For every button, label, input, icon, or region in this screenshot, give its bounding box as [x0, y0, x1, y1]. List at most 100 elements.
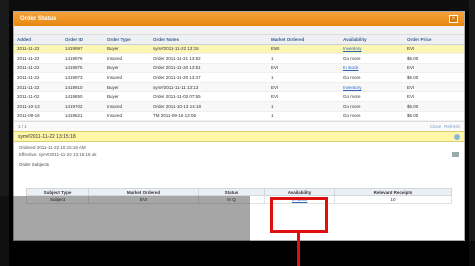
window-frame-top: [0, 0, 475, 11]
subjects-header-row: Subject Type Market Ordered Status Avail…: [26, 188, 452, 196]
cell-added: 2011-10-13: [14, 101, 62, 112]
cell-availability-link[interactable]: Inventory: [340, 82, 404, 93]
cell-availability: Go more: [340, 101, 404, 112]
cell-availability: Go more: [340, 53, 404, 64]
cell-order-notes: TM 2011-09-16 13:06: [150, 111, 268, 122]
pager-actions: Close Refresh: [430, 124, 460, 129]
cell-market-ordered: 1: [268, 101, 340, 112]
cell-market-ordered: EWI: [268, 44, 340, 55]
detail-line-effective-row: Effective: sym#2011-11-22 13:15:18 ok: [19, 151, 459, 158]
cell-market-ordered: 1: [268, 72, 340, 83]
screen-shadow: [0, 196, 250, 266]
cell-availability-link[interactable]: In stock: [340, 63, 404, 74]
cell-order-notes: sym#2011-11-22 13:15: [150, 44, 268, 55]
table-row[interactable]: 2011-11-22 1419997 Buyer sym#2011-11-22 …: [14, 44, 464, 55]
cell-availability-link[interactable]: Inventory: [340, 44, 404, 55]
cell-market-ordered: EVI: [268, 91, 340, 103]
table-row[interactable]: 2011-11-22 1419975 Buyer Order 2011-11-2…: [14, 63, 464, 74]
cell-added: 2011-11-22: [14, 53, 62, 64]
expand-icon[interactable]: [454, 133, 460, 140]
cell-order-price: $6.00: [404, 72, 464, 83]
close-icon[interactable]: ×: [449, 15, 458, 23]
cell-order-id: 1419702: [62, 101, 104, 112]
screen-shadow-bottom: [250, 241, 475, 266]
cell-added: 2011-09-16: [14, 111, 62, 122]
cell-order-id: 1419975: [62, 63, 104, 74]
title-bar: Order Status ×: [14, 12, 464, 26]
print-icon[interactable]: [452, 152, 459, 158]
cell-order-id: 1419850: [62, 91, 104, 103]
table-row[interactable]: 2011-11-02 1419850 Buyer Order 2011-11-0…: [14, 91, 464, 103]
cell-order-type: Buyer: [104, 44, 150, 55]
orders-header-row: Added Order ID Order Type Order Notes Ma…: [14, 35, 464, 45]
table-row[interactable]: 2011-09-16 1419621 Insured TM 2011-09-16…: [14, 111, 464, 122]
col-order-type[interactable]: Order Type: [104, 35, 150, 45]
cell-order-price: EVI: [404, 82, 464, 93]
cell-order-price: EVI: [404, 44, 464, 55]
cell-order-price: $6.00: [404, 53, 464, 64]
callout-pointer-line: [297, 233, 300, 266]
cell-order-price: EVI: [404, 63, 464, 74]
col-status: Status: [198, 188, 265, 196]
cell-order-type: Insured: [104, 53, 150, 64]
toolbar: [14, 26, 464, 35]
cell-order-id: 1419621: [62, 111, 104, 122]
section-title: Order Subjects: [19, 162, 50, 168]
cell-order-notes: sym#2011-11-11 13:13: [150, 82, 268, 93]
table-row[interactable]: 2011-10-13 1419702 Insured Order 2011-10…: [14, 101, 464, 112]
cell-market-ordered: EVI: [268, 63, 340, 74]
cell-availability: Go more: [340, 91, 404, 103]
pager: 1 / 1 Close Refresh: [14, 121, 464, 132]
cell-order-type: Insured: [104, 101, 150, 112]
detail-header-text: sym#2011-11-22 13:15:18: [18, 133, 76, 140]
cell-order-notes: Order 2011-10-13 14:18: [150, 101, 268, 112]
cell-order-id: 1419973: [62, 72, 104, 83]
cell-order-id: 1419976: [62, 53, 104, 64]
orders-table: Added Order ID Order Type Order Notes Ma…: [14, 35, 464, 122]
cell-order-type: Insured: [104, 72, 150, 83]
pager-close-button[interactable]: Close: [430, 124, 442, 129]
cell-order-type: Insured: [104, 111, 150, 122]
col-order-id[interactable]: Order ID: [62, 35, 104, 45]
cell-added: 2011-11-22: [14, 82, 62, 93]
cell-order-id: 1419910: [62, 82, 104, 93]
detail-info: Ordered 2011-11-22 10:15:18 AM Effective…: [14, 142, 464, 160]
callout-highlight-box: [270, 197, 328, 233]
col-order-price[interactable]: Order Price: [404, 35, 464, 45]
window-title: Order Status: [20, 16, 57, 22]
cell-relevant-receipts: 10: [334, 195, 452, 204]
cell-market-ordered: 1: [268, 53, 340, 64]
cell-order-type: Buyer: [104, 91, 150, 103]
cell-order-notes: Order 2011-11-21 13:52: [150, 53, 268, 64]
table-row[interactable]: 2011-11-22 1419976 Insured Order 2011-11…: [14, 53, 464, 64]
cell-order-notes: Order 2011-11-20 13:47: [150, 72, 268, 83]
cell-order-price: $6.00: [404, 101, 464, 112]
cell-order-id: 1419997: [62, 44, 104, 55]
cell-added: 2011-11-22: [14, 72, 62, 83]
table-row[interactable]: 2011-11-22 1419910 Buyer sym#2011-11-11 …: [14, 82, 464, 93]
cell-order-notes: Order 2011-11-02 07:55: [150, 91, 268, 103]
detail-line-ordered: Ordered 2011-11-22 10:15:18 AM: [19, 145, 86, 151]
cell-order-price: $6.00: [404, 111, 464, 122]
col-market-ordered: Market Ordered: [88, 188, 199, 196]
pager-page: 1 / 1: [18, 124, 27, 130]
pager-refresh-button[interactable]: Refresh: [444, 124, 460, 129]
col-order-notes[interactable]: Order Notes: [150, 35, 268, 45]
cell-order-price: EVI: [404, 91, 464, 103]
col-market-ordered[interactable]: Market Ordered: [268, 35, 340, 45]
cell-order-type: Buyer: [104, 63, 150, 74]
cell-added: 2011-11-22: [14, 63, 62, 74]
col-subject-type: Subject Type: [26, 188, 89, 196]
table-row[interactable]: 2011-11-22 1419973 Insured Order 2011-11…: [14, 72, 464, 83]
cell-market-ordered: EVI: [268, 82, 340, 93]
detail-header: sym#2011-11-22 13:15:18: [14, 131, 464, 143]
detail-line-effective: Effective: sym#2011-11-22 13:15:18 ok: [19, 152, 97, 158]
col-availability[interactable]: Availability: [340, 35, 404, 45]
col-relevant-receipts: Relevant Receipts: [334, 188, 452, 196]
col-added[interactable]: Added: [14, 35, 62, 45]
cell-order-notes: Order 2011-11-20 13:51: [150, 63, 268, 74]
cell-added: 2011-11-02: [14, 91, 62, 103]
cell-availability: Go more: [340, 111, 404, 122]
window-frame-right: [469, 0, 475, 266]
col-availability: Availability: [264, 188, 335, 196]
